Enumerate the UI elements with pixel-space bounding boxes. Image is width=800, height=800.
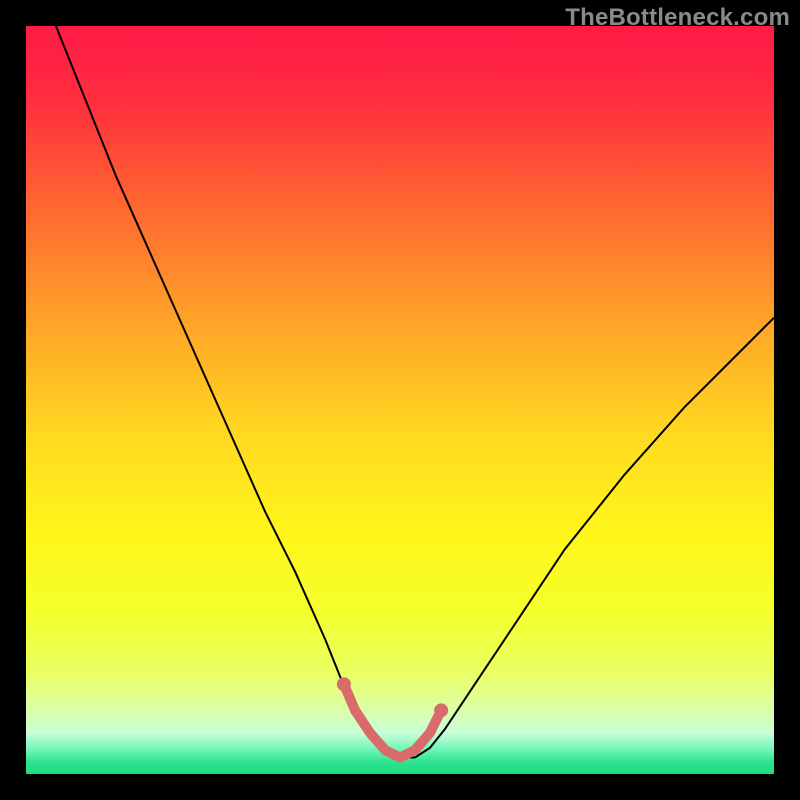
chart-stage: TheBottleneck.com (0, 0, 800, 800)
curve-layer (26, 26, 774, 774)
watermark-text: TheBottleneck.com (565, 4, 790, 32)
optimal-zone-highlight (344, 684, 441, 757)
plot-area (26, 26, 774, 774)
bottleneck-curve (56, 26, 774, 758)
